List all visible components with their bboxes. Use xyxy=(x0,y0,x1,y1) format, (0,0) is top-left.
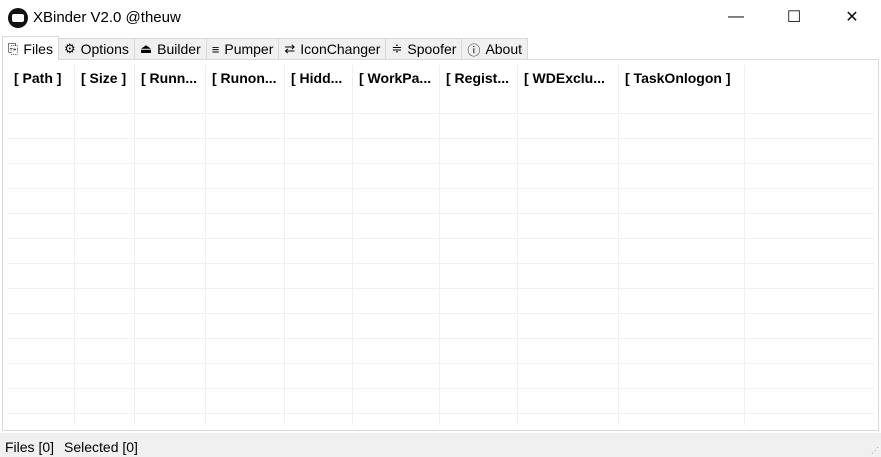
spoofer-icon: ≑ xyxy=(391,41,403,56)
column-header-5[interactable]: [ WorkPa... xyxy=(353,65,440,425)
column-header-label: [ Size ] xyxy=(81,70,127,86)
column-header-label: [ WDExclu... xyxy=(524,70,605,86)
column-header-0[interactable]: [ Path ] xyxy=(8,65,75,425)
column-header-label: [ Runn... xyxy=(141,70,197,86)
minimize-button[interactable]: — xyxy=(707,0,765,34)
grid-line xyxy=(8,138,874,139)
grid-line xyxy=(8,188,874,189)
column-header-label: [ Hidd... xyxy=(291,70,343,86)
grid-line xyxy=(8,113,874,114)
tab-files[interactable]: ⎘ Files xyxy=(2,36,59,60)
grid-line xyxy=(8,263,874,264)
column-header-7[interactable]: [ WDExclu... xyxy=(518,65,619,425)
column-header-label: [ Runon... xyxy=(212,70,277,86)
column-header-2[interactable]: [ Runn... xyxy=(135,65,206,425)
tab-options[interactable]: ⚙ Options xyxy=(58,38,135,60)
tab-label: IconChanger xyxy=(300,41,381,57)
close-button[interactable]: ✕ xyxy=(823,0,881,34)
column-header-3[interactable]: [ Runon... xyxy=(206,65,285,425)
files-list-view[interactable]: [ Path ] [ Size ] [ Runn... [ Runon... [ Hid… xyxy=(8,65,874,425)
column-header-8[interactable]: [ TaskOnlogon ] xyxy=(619,65,745,425)
tab-label: Options xyxy=(80,41,129,57)
tab-pumper[interactable]: ≡ Pumper xyxy=(206,38,280,60)
info-icon: ⓘ xyxy=(467,42,481,58)
tab-bar: ⎘ Files ⚙ Options ⏏ Builder ≡ Pumper ⇄ IconCh… xyxy=(2,36,529,60)
tab-label: Spoofer xyxy=(407,41,457,57)
grid-line xyxy=(8,213,874,214)
column-header-4[interactable]: [ Hidd... xyxy=(285,65,353,425)
grid-line xyxy=(8,313,874,314)
column-header-label: [ Path ] xyxy=(14,70,62,86)
grid-line xyxy=(8,238,874,239)
window-title: XBinder V2.0 @theuw xyxy=(33,9,181,26)
maximize-button[interactable]: ☐ xyxy=(765,0,823,34)
tab-spoofer[interactable]: ≑ Spoofer xyxy=(386,38,463,60)
title-bar: XBinder V2.0 @theuw — ☐ ✕ xyxy=(0,0,881,36)
files-count: Files [0] xyxy=(5,439,55,455)
files-icon: ⎘ xyxy=(8,40,19,56)
pumper-icon: ≡ xyxy=(211,41,220,57)
column-header-1[interactable]: [ Size ] xyxy=(75,65,135,425)
tab-label: Builder xyxy=(157,41,201,57)
column-header-label: [ WorkPa... xyxy=(359,70,432,86)
tab-builder[interactable]: ⏏ Builder xyxy=(134,38,207,60)
column-header-6[interactable]: [ Regist... xyxy=(440,65,518,425)
tab-label: Pumper xyxy=(224,41,274,57)
grid-line xyxy=(8,413,874,414)
tab-label: About xyxy=(485,41,523,57)
tab-about[interactable]: ⓘ About xyxy=(462,38,529,60)
resize-grip-icon[interactable]: ⋰ xyxy=(871,446,879,455)
grid-line xyxy=(8,388,874,389)
grid-line xyxy=(8,288,874,289)
grid-line xyxy=(8,338,874,339)
gear-icon: ⚙ xyxy=(63,41,76,56)
column-header-label: [ TaskOnlogon ] xyxy=(625,70,731,86)
grid-line xyxy=(8,163,874,164)
tab-iconchanger[interactable]: ⇄ IconChanger xyxy=(279,38,387,60)
app-icon xyxy=(8,8,28,28)
status-bar: Files [0] Selected [0] ⋰ xyxy=(0,433,881,457)
tab-label: Files xyxy=(23,40,53,57)
selected-count: Selected [0] xyxy=(64,439,138,455)
builder-icon: ⏏ xyxy=(139,41,153,56)
swap-icon: ⇄ xyxy=(284,41,296,56)
column-header-label: [ Regist... xyxy=(446,70,510,86)
grid-line xyxy=(8,363,874,364)
